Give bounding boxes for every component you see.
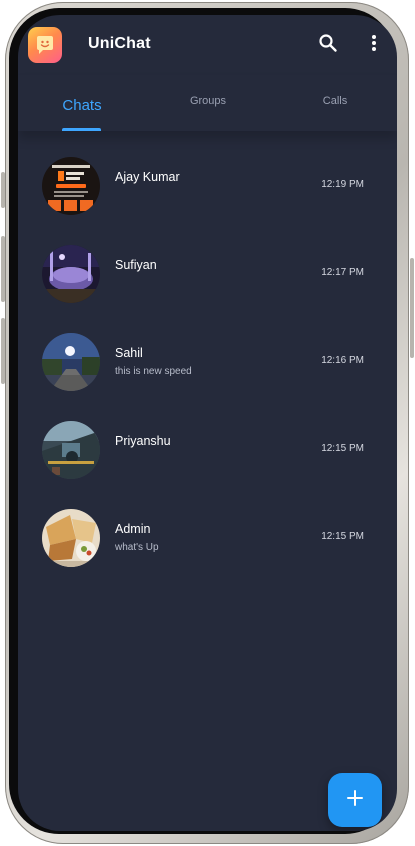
phone-side-button: [410, 258, 414, 358]
phone-side-button: [1, 236, 5, 302]
plus-icon: [346, 789, 364, 812]
chat-name: Ajay Kumar: [115, 170, 180, 184]
chat-item[interactable]: Sufiyan 12:17 PM: [18, 243, 397, 331]
tab-bar: Chats Groups Calls: [18, 75, 397, 131]
avatar: [42, 157, 100, 215]
search-button[interactable]: [316, 33, 340, 57]
chat-time: 12:19 PM: [321, 179, 364, 190]
phone-side-button: [1, 172, 5, 208]
app-title: UniChat: [88, 35, 151, 52]
new-chat-fab[interactable]: [328, 773, 382, 827]
chat-item[interactable]: Ajay Kumar 12:19 PM: [18, 155, 397, 243]
chat-last-message: this is new speed: [115, 366, 192, 377]
avatar: [42, 421, 100, 479]
chat-name: Sufiyan: [115, 258, 157, 272]
app-bar: UniChat: [18, 15, 397, 75]
chat-item[interactable]: Admin what's Up 12:15 PM: [18, 507, 397, 595]
chat-name: Priyanshu: [115, 434, 171, 448]
tab-groups[interactable]: Groups: [188, 95, 228, 107]
avatar: [42, 245, 100, 303]
chat-name: Sahil: [115, 346, 143, 360]
more-vertical-icon: [371, 34, 377, 57]
chat-time: 12:15 PM: [321, 443, 364, 454]
chat-time: 12:17 PM: [321, 267, 364, 278]
chat-time: 12:15 PM: [321, 531, 364, 542]
search-icon: [318, 33, 338, 58]
active-tab-indicator: [62, 128, 101, 131]
phone-side-button: [1, 318, 5, 384]
chat-time: 12:16 PM: [321, 355, 364, 366]
chat-name: Admin: [115, 522, 151, 536]
chat-bubble-smile-icon: [33, 33, 57, 57]
chat-last-message: what's Up: [115, 542, 159, 553]
avatar: [42, 509, 100, 567]
more-options-button[interactable]: [362, 33, 386, 57]
avatar: [42, 333, 100, 391]
chat-item[interactable]: Sahil this is new speed 12:16 PM: [18, 331, 397, 419]
tab-calls[interactable]: Calls: [318, 95, 352, 107]
tab-chats[interactable]: Chats: [62, 97, 102, 114]
app-logo: [28, 27, 62, 63]
app-screen: UniChat Chats Groups Calls Ajay Kumar 12…: [18, 15, 397, 831]
chat-item[interactable]: Priyanshu 12:15 PM: [18, 419, 397, 507]
